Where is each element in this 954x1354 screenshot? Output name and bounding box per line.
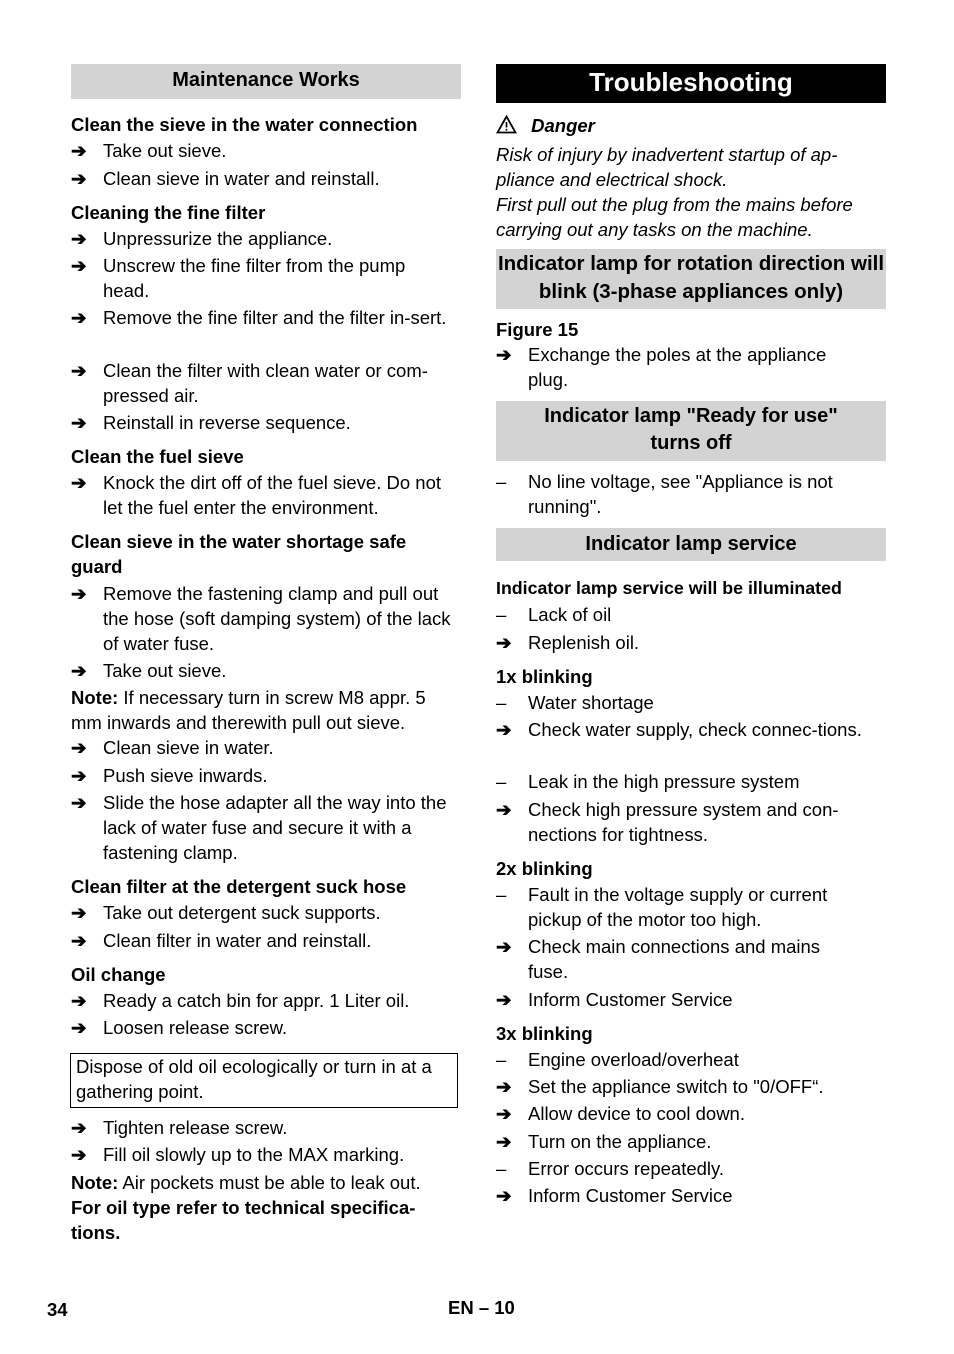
subheading: Clean filter at the detergent suck hose [71, 876, 407, 897]
list-item: ➔ Unpressurize the appliance. [71, 228, 333, 249]
arrow-icon: ➔ [496, 1131, 512, 1152]
list-item: ➔ Tighten release screw. [71, 1117, 288, 1138]
list-item: ➔ Remove the fastening clamp and pull out… [71, 583, 451, 654]
dash-marker: – [496, 771, 507, 792]
arrow-icon: ➔ [496, 344, 512, 365]
dash-marker: – [496, 604, 507, 625]
arrow-icon: ➔ [71, 228, 87, 249]
bold-note: For oil type refer to technical specific… [71, 1197, 416, 1243]
subheading: Oil change [71, 964, 166, 985]
list-item: – Fault in the voltage supply or current … [496, 884, 828, 930]
language-page-label: EN – 10 [448, 1297, 515, 1318]
arrow-icon: ➔ [71, 1117, 87, 1138]
list-item: ➔ Remove the fine filter and the filter i… [71, 307, 447, 328]
dash-marker: – [496, 471, 507, 492]
list-item: ➔ Inform Customer Service [496, 989, 733, 1010]
list-item: ➔ Clean filter in water and reinstall. [71, 930, 372, 951]
list-item: ➔ Push sieve inwards. [71, 765, 268, 786]
arrow-icon: ➔ [496, 632, 512, 653]
list-item: – Lack of oil [496, 604, 612, 625]
arrow-icon: ➔ [496, 719, 512, 740]
arrow-icon: ➔ [71, 660, 87, 681]
figure-ref: Figure 15 [496, 319, 579, 340]
subheading: Cleaning the fine filter [71, 202, 266, 223]
arrow-icon: ➔ [71, 737, 87, 758]
section-header-rotation: Indicator lamp for rotation direction wi… [496, 249, 886, 309]
list-item: ➔ Fill oil slowly up to the MAX marking. [71, 1144, 405, 1165]
list-item: ➔ Inform Customer Service [496, 1185, 733, 1206]
arrow-icon: ➔ [496, 1103, 512, 1124]
danger-text: First pull out the plug from the mains b… [496, 194, 853, 240]
list-item: ➔ Ready a catch bin for appr. 1 Liter oil… [71, 990, 410, 1011]
list-item: ➔ Knock the dirt off of the fuel sieve. D… [71, 472, 441, 518]
dash-marker: – [496, 692, 507, 713]
list-item: ➔ Allow device to cool down. [496, 1103, 745, 1124]
arrow-icon: ➔ [71, 583, 87, 604]
arrow-icon: ➔ [496, 1076, 512, 1097]
arrow-icon: ➔ [71, 930, 87, 951]
dash-marker: – [496, 1158, 507, 1179]
dash-marker: – [496, 884, 507, 905]
arrow-icon: ➔ [496, 936, 512, 957]
list-item: – No line voltage, see "Appliance is not … [496, 471, 833, 517]
list-item: ➔ Replenish oil. [496, 632, 640, 653]
note: Note: If necessary turn in screw M8 appr… [71, 687, 426, 733]
arrow-icon: ➔ [71, 360, 87, 381]
arrow-icon: ➔ [496, 1185, 512, 1206]
list-item: – Water shortage [496, 692, 654, 713]
list-item: ➔ Turn on the appliance. [496, 1131, 712, 1152]
list-item: ➔ Check main connections and mains fuse. [496, 936, 821, 982]
arrow-icon: ➔ [71, 1144, 87, 1165]
list-item: ➔ Loosen release screw. [71, 1017, 288, 1038]
subheading: Indicator lamp service will be illuminat… [496, 578, 842, 598]
subheading: Clean the fuel sieve [71, 446, 244, 467]
list-item: – Leak in the high pressure system [496, 771, 800, 792]
subheading: 1x blinking [496, 666, 593, 687]
warning-triangle-icon [495, 114, 518, 140]
section-header-maintenance: Maintenance Works [71, 64, 461, 99]
section-header-ready: Indicator lamp "Ready for use" turns off [496, 401, 886, 461]
arrow-icon: ➔ [71, 792, 87, 813]
list-item: – Error occurs repeatedly. [496, 1158, 725, 1179]
arrow-icon: ➔ [71, 765, 87, 786]
arrow-icon: ➔ [71, 990, 87, 1011]
list-item: ➔ Clean sieve in water and reinstall. [71, 168, 380, 189]
list-item: ➔ Slide the hose adapter all the way into… [71, 792, 447, 863]
arrow-icon: ➔ [71, 472, 87, 493]
list-item: ➔ Exchange the poles at the appliance plu… [496, 344, 827, 390]
page-number: 34 [47, 1299, 68, 1320]
list-item: ➔ Check water supply, check connec-tions. [496, 719, 862, 740]
list-item: ➔ Take out detergent suck supports. [71, 902, 381, 923]
list-item: ➔ Clean the filter with clean water or co… [71, 360, 428, 406]
arrow-icon: ➔ [71, 255, 87, 276]
arrow-icon: ➔ [71, 168, 87, 189]
subheading: 2x blinking [496, 858, 593, 879]
note: Note: Air pockets must be able to leak o… [71, 1172, 421, 1193]
arrow-icon: ➔ [71, 1017, 87, 1038]
list-item: ➔ Clean sieve in water. [71, 737, 274, 758]
list-item: ➔ Take out sieve. [71, 660, 227, 681]
list-item: ➔ Reinstall in reverse sequence. [71, 412, 351, 433]
danger-text: Risk of injury by inadvertent startup of… [496, 144, 838, 190]
page-title: Troubleshooting [496, 64, 886, 103]
arrow-icon: ➔ [496, 799, 512, 820]
arrow-icon: ➔ [71, 307, 87, 328]
arrow-icon: ➔ [71, 140, 87, 161]
list-item: ➔ Check high pressure system and con-nect… [496, 799, 839, 845]
subheading: Clean the sieve in the water connection [71, 114, 418, 135]
list-item: ➔ Set the appliance switch to "0/OFF“. [496, 1076, 824, 1097]
arrow-icon: ➔ [496, 989, 512, 1010]
subheading: 3x blinking [496, 1023, 593, 1044]
dash-marker: – [496, 1049, 507, 1070]
danger-heading: Danger [495, 113, 595, 140]
arrow-icon: ➔ [71, 412, 87, 433]
list-item: – Engine overload/overheat [496, 1049, 739, 1070]
section-header-service: Indicator lamp service [496, 528, 886, 561]
subheading: Clean sieve in the water shortage safe g… [71, 531, 407, 577]
arrow-icon: ➔ [71, 902, 87, 923]
environment-notice-box: Dispose of old oil ecologically or turn … [70, 1053, 458, 1108]
list-item: ➔ Unscrew the fine filter from the pump h… [71, 255, 406, 301]
list-item: ➔ Take out sieve. [71, 140, 227, 161]
